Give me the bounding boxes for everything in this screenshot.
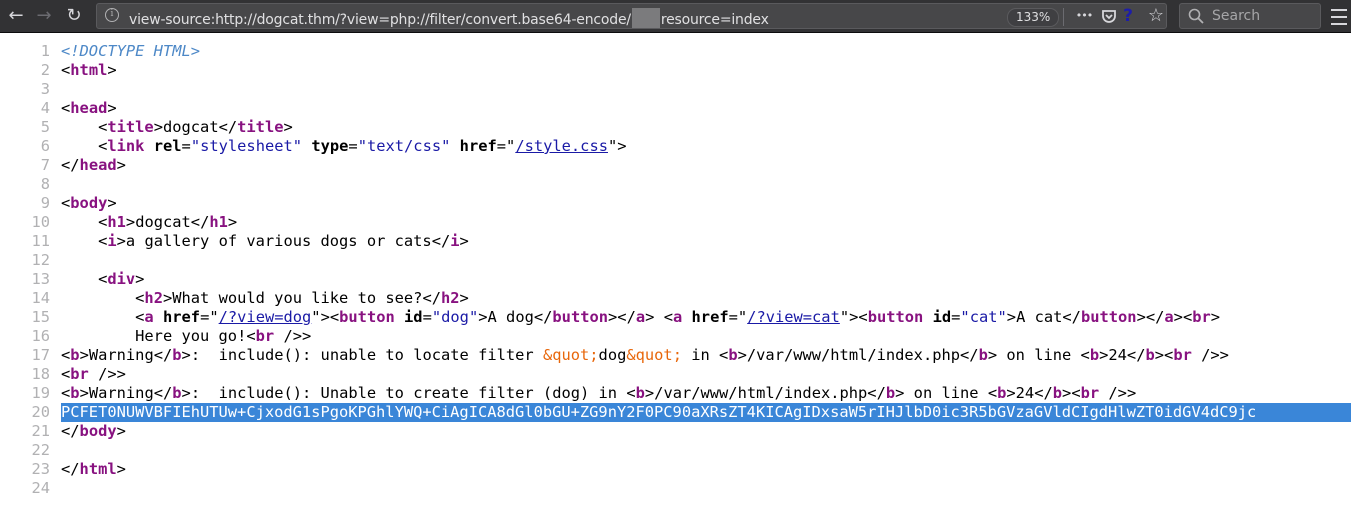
- line-number: 13: [31, 270, 50, 288]
- entity: &quot;: [542, 346, 599, 364]
- bookmark-star-icon[interactable]: ☆: [1145, 6, 1167, 26]
- line-number: 20: [31, 403, 50, 421]
- source-line: 14 <h2>What would you like to see?</h2>: [0, 289, 1351, 308]
- view-dog-link[interactable]: /?view=dog: [219, 308, 312, 326]
- reload-icon: ↻: [66, 5, 82, 26]
- source-line: 16 Here you go!<br />>: [0, 327, 1351, 346]
- source-line: 17 <b>Warning</b>: include(): unable to l…: [0, 346, 1351, 365]
- line-number: 3: [40, 80, 50, 98]
- line-number: 11: [31, 232, 50, 250]
- line-number: 2: [40, 61, 50, 79]
- line-number: 24: [31, 479, 50, 497]
- browser-toolbar: ← → ↻ i view-source:http://dogcat.thm/?v…: [0, 0, 1351, 33]
- url-text[interactable]: view-source:http://dogcat.thm/?view=php:…: [129, 8, 769, 28]
- line-number: 15: [31, 308, 50, 326]
- back-arrow-icon: ←: [8, 5, 24, 26]
- source-line: 19 <b>Warning</b>: include(): Unable to c…: [0, 384, 1351, 403]
- pocket-button[interactable]: [1099, 6, 1119, 26]
- source-line: 20 PCFET0NUWVBFIEhUTUw+CjxodG1sPgoKPGhlYW…: [0, 403, 1351, 422]
- line-number: 4: [40, 99, 50, 117]
- reload-button[interactable]: ↻: [62, 4, 86, 28]
- source-line: 4 <head>: [0, 99, 1351, 118]
- source-line: 15 <a href="/?view=dog"><button id="dog"…: [0, 308, 1351, 327]
- source-line: 7 </head>: [0, 156, 1351, 175]
- line-number: 22: [31, 441, 50, 459]
- source-line: 21 </body>: [0, 422, 1351, 441]
- back-button[interactable]: ←: [4, 4, 28, 28]
- source-line: 22: [0, 441, 1351, 460]
- selected-base64-output[interactable]: PCFET0NUWVBFIEhUTUw+CjxodG1sPgoKPGhlYWQ+…: [61, 403, 1351, 422]
- url-prefix: view-source:http://dogcat.thm/?view=php:…: [129, 12, 631, 28]
- zoom-level-badge[interactable]: 133%: [1007, 8, 1060, 27]
- tag-name: html: [70, 61, 108, 79]
- forward-button[interactable]: →: [32, 4, 56, 28]
- line-number: 19: [31, 384, 50, 402]
- line-number: 23: [31, 460, 50, 478]
- doctype: <!DOCTYPE HTML>: [61, 42, 200, 60]
- source-line: 23 </html>: [0, 460, 1351, 479]
- line-number: 12: [31, 251, 50, 269]
- view-source-content: 1 <!DOCTYPE HTML> 2 <html> 3 4 <head> 5 <ti…: [0, 42, 1351, 498]
- line-number: 9: [40, 194, 50, 212]
- source-line: 10 <h1>dogcat</h1>: [0, 213, 1351, 232]
- source-line: 12: [0, 251, 1351, 270]
- line-number: 8: [40, 175, 50, 193]
- source-line: 13 <div>: [0, 270, 1351, 289]
- search-icon: [1188, 8, 1204, 24]
- help-icon[interactable]: ?: [1121, 6, 1135, 26]
- search-bar[interactable]: Search: [1179, 3, 1321, 29]
- page-actions-more-icon[interactable]: •••: [1073, 6, 1095, 26]
- line-number: 5: [40, 118, 50, 136]
- source-line: 24: [0, 479, 1351, 498]
- source-line: 1 <!DOCTYPE HTML>: [0, 42, 1351, 61]
- line-number: 6: [40, 137, 50, 155]
- search-placeholder: Search: [1212, 8, 1261, 24]
- line-number: 21: [31, 422, 50, 440]
- line-number: 16: [31, 327, 50, 345]
- pocket-icon: [1102, 10, 1116, 23]
- line-number: 14: [31, 289, 50, 307]
- redacted-region: [631, 8, 660, 28]
- line-number: 1: [40, 42, 50, 60]
- line-number: 17: [31, 346, 50, 364]
- stylesheet-link[interactable]: /style.css: [515, 137, 608, 155]
- line-number: 10: [31, 213, 50, 231]
- view-cat-link[interactable]: /?view=cat: [747, 308, 840, 326]
- source-line: 6 <link rel="stylesheet" type="text/css"…: [0, 137, 1351, 156]
- urlbar-separator: [1063, 8, 1064, 26]
- source-line: 11 <i>a gallery of various dogs or cats<…: [0, 232, 1351, 251]
- line-number: 7: [40, 156, 50, 174]
- tag-name: head: [70, 99, 108, 117]
- forward-arrow-icon: →: [36, 5, 52, 26]
- line-number: 18: [31, 365, 50, 383]
- source-line: 2 <html>: [0, 61, 1351, 80]
- url-suffix: resource=index: [660, 12, 769, 28]
- entity: &quot;: [626, 346, 682, 364]
- address-bar[interactable]: i view-source:http://dogcat.thm/?view=ph…: [96, 3, 1167, 29]
- source-line: 9 <body>: [0, 194, 1351, 213]
- source-line: 8: [0, 175, 1351, 194]
- source-line: 3: [0, 80, 1351, 99]
- site-info-icon[interactable]: i: [105, 8, 119, 22]
- source-line: 18 <br />>: [0, 365, 1351, 384]
- hamburger-menu-button[interactable]: [1330, 4, 1348, 28]
- source-line: 5 <title>dogcat</title>: [0, 118, 1351, 137]
- text-content: dogcat: [162, 118, 219, 136]
